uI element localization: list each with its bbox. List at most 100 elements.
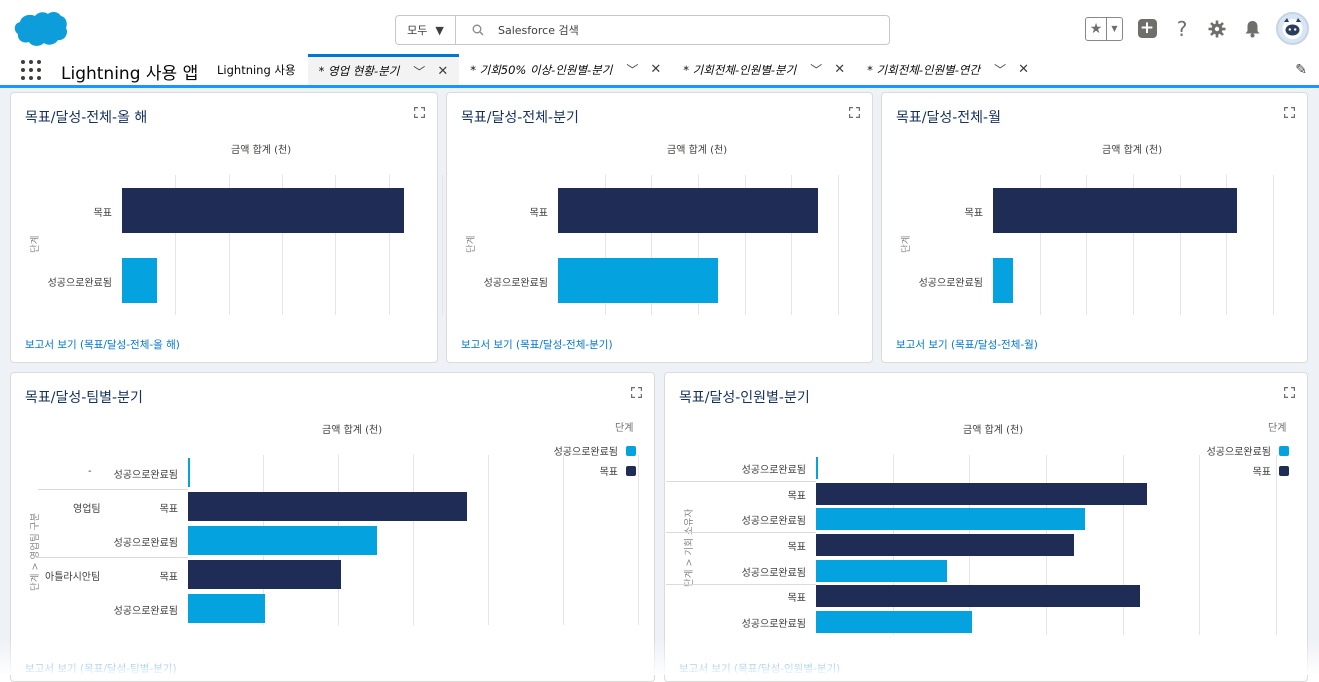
close-icon[interactable]: ✕ — [650, 62, 661, 77]
chart-bar[interactable] — [993, 188, 1237, 233]
chart-bar[interactable] — [816, 560, 947, 582]
legend-item-achieved: 성공으로완료됨 — [554, 443, 636, 458]
category-label: 성공으로완료됨 — [113, 537, 178, 549]
global-actions-button[interactable]: + — [1136, 18, 1158, 40]
legend-swatch — [1279, 445, 1289, 456]
tab-label: * 기회전체-인원별-분기 — [683, 62, 797, 77]
chevron-down-icon[interactable]: ▼ — [1107, 18, 1122, 40]
header-utilities: ★ ▼ + ? — [1085, 12, 1309, 45]
search-field — [456, 16, 889, 44]
chart-bar[interactable] — [558, 258, 718, 303]
category-label: 목표 — [93, 207, 112, 219]
close-icon[interactable]: ✕ — [437, 64, 448, 79]
view-report-link[interactable]: 보고서 보기 (목표/달성-팀별-분기) — [25, 661, 177, 676]
category-label: 목표 — [964, 207, 983, 219]
chart-bar[interactable] — [188, 458, 190, 487]
chart-bar[interactable] — [816, 457, 818, 479]
star-icon[interactable]: ★ — [1086, 17, 1107, 40]
chart-bar[interactable] — [188, 526, 377, 555]
tab-opportunity-all-by-person-year[interactable]: * 기회전체-인원별-연간 ﹀ ✕ — [856, 54, 1040, 85]
global-search: 모두 ▼ — [395, 15, 890, 45]
view-report-link[interactable]: 보고서 보기 (목표/달성-인원별-분기) — [679, 661, 840, 676]
chart-bar[interactable] — [816, 585, 1140, 607]
grid-line — [413, 455, 414, 625]
help-icon[interactable]: ? — [1171, 17, 1193, 41]
grid-line — [638, 455, 639, 625]
expand-icon[interactable] — [849, 107, 860, 118]
tab-sales-status-quarter[interactable]: * 영업 현황-분기 ﹀ ✕ — [307, 54, 460, 85]
chart-bar[interactable] — [188, 492, 467, 521]
tab-opportunity-50-by-person-quarter[interactable]: * 기회50% 이상-인원별-분기 ﹀ ✕ — [459, 54, 672, 85]
legend-title: 단계 — [1268, 423, 1287, 434]
group-separator — [38, 489, 188, 490]
tab-label: * 기회50% 이상-인원별-분기 — [470, 62, 613, 77]
plus-icon: + — [1137, 19, 1157, 38]
card-title: 목표/달성-팀별-분기 — [25, 390, 143, 406]
view-report-link[interactable]: 보고서 보기 (목표/달성-전체-월) — [896, 337, 1038, 352]
group-separator — [666, 481, 816, 482]
avatar[interactable] — [1276, 12, 1309, 45]
category-label: 목표 — [159, 571, 178, 583]
notifications-button[interactable] — [1241, 18, 1263, 40]
legend-label: 목표 — [599, 467, 618, 478]
chevron-down-icon[interactable]: ﹀ — [413, 63, 425, 80]
favorites-button[interactable]: ★ ▼ — [1085, 16, 1123, 41]
close-icon[interactable]: ✕ — [1018, 62, 1029, 77]
y-axis-title: 단계 — [30, 235, 41, 253]
bell-icon — [1245, 20, 1259, 37]
y-axis-title: 단계 — [901, 235, 912, 253]
view-report-link[interactable]: 보고서 보기 (목표/달성-전체-올 해) — [25, 337, 180, 352]
astro-avatar-icon — [1282, 18, 1303, 39]
chart-bar[interactable] — [188, 560, 341, 589]
tab-lightning-home[interactable]: Lightning 사용 — [205, 54, 308, 85]
chart-bar[interactable] — [816, 534, 1074, 556]
tab-bar: Lightning 사용 * 영업 현황-분기 ﹀ ✕ * 기회50% 이상-인… — [205, 54, 1040, 85]
chart-bar[interactable] — [816, 508, 1085, 530]
search-input[interactable] — [498, 23, 858, 37]
category-label: 성공으로완료됨 — [113, 605, 178, 617]
expand-icon[interactable] — [414, 107, 425, 118]
y-axis-title: 단계 > 영업팀 구분 — [30, 512, 41, 591]
group-label: - — [88, 465, 92, 477]
chart-bar[interactable] — [188, 594, 265, 623]
close-icon[interactable]: ✕ — [834, 62, 845, 77]
setup-button[interactable] — [1206, 18, 1228, 40]
card-title: 목표/달성-전체-분기 — [461, 110, 579, 126]
grid-line — [838, 175, 839, 315]
legend-label: 성공으로완료됨 — [1206, 447, 1271, 458]
chevron-down-icon[interactable]: ﹀ — [626, 61, 638, 78]
category-label: 성공으로완료됨 — [741, 568, 806, 579]
chart-bar[interactable] — [816, 483, 1147, 505]
grid-line — [1273, 175, 1274, 315]
chart-bar[interactable] — [122, 188, 404, 233]
grid-line — [488, 455, 489, 625]
expand-icon[interactable] — [1284, 107, 1295, 118]
chevron-down-icon[interactable]: ﹀ — [994, 61, 1006, 78]
view-report-link[interactable]: 보고서 보기 (목표/달성-전체-분기) — [461, 337, 613, 352]
navigation-bar: Lightning 사용 앱 Lightning 사용 * 영업 현황-분기 ﹀… — [0, 54, 1319, 88]
tab-opportunity-all-by-person-quarter[interactable]: * 기회전체-인원별-분기 ﹀ ✕ — [672, 54, 856, 85]
dashboard-card-team-quarter: 목표/달성-팀별-분기 금액 합계 (천) 단계 > 영업팀 구분 단계 성공으… — [10, 372, 655, 682]
salesforce-logo-icon[interactable] — [12, 10, 68, 48]
category-label: 성공으로완료됨 — [113, 469, 178, 481]
chart-bar[interactable] — [558, 188, 818, 233]
x-axis-title: 금액 합계 (천) — [1102, 145, 1163, 156]
chart-bar[interactable] — [993, 258, 1013, 303]
expand-icon[interactable] — [631, 387, 642, 398]
group-separator — [666, 532, 816, 533]
chart-bar[interactable] — [122, 258, 157, 303]
legend-item-target: 목표 — [600, 463, 636, 478]
chevron-down-icon: ▼ — [435, 23, 444, 37]
tab-label: * 영업 현황-분기 — [318, 64, 400, 78]
search-scope-dropdown[interactable]: 모두 ▼ — [396, 16, 456, 44]
category-label: 목표 — [787, 491, 806, 502]
dashboard-card-total-quarter: 목표/달성-전체-분기 금액 합계 (천) 단계 보고서 보기 (목표/달성-전… — [446, 92, 873, 363]
expand-icon[interactable] — [1284, 387, 1295, 398]
category-label: 성공으로완료됨 — [483, 277, 548, 289]
chevron-down-icon[interactable]: ﹀ — [810, 61, 822, 78]
edit-nav-pencil-icon[interactable]: ✎ — [1295, 62, 1307, 78]
search-scope-label: 모두 — [407, 24, 428, 37]
app-launcher-icon[interactable] — [21, 60, 41, 80]
chart-bar[interactable] — [816, 611, 972, 633]
search-icon — [472, 24, 484, 36]
